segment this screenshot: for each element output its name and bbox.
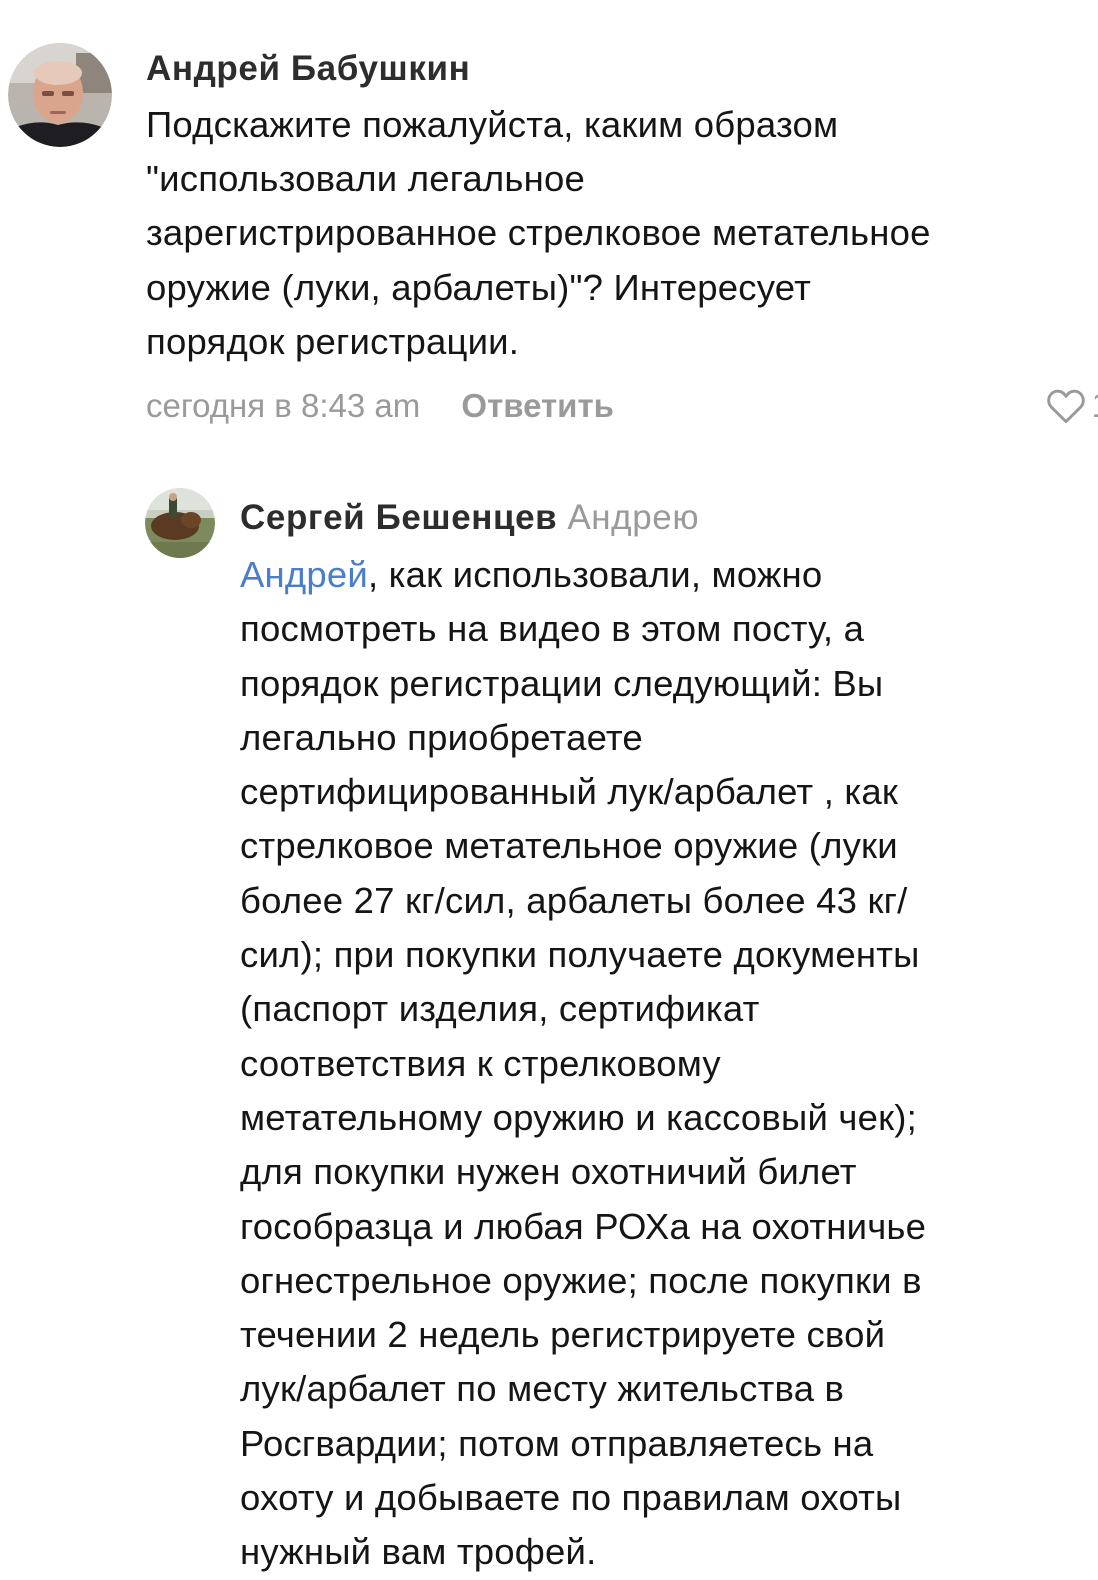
comment-meta: сегодня в 8:43 am Ответить 1 [146, 381, 1098, 431]
comment-text-line: метательному оружию и кассовый чек); [240, 1096, 917, 1138]
comment-text-line: (паспорт изделия, сертификат [240, 988, 760, 1030]
comment-text-line: посмотреть на видео в этом посту, а [240, 608, 865, 650]
comment-text-line: легально приобретаете [240, 716, 643, 758]
like-count: 1 [1092, 381, 1098, 431]
comment-text-line: для покупки нужен охотничий билет [240, 1151, 857, 1193]
comment-text-line: "использовали легальное [146, 158, 585, 200]
comment-text-line: гособразца и любая РОХа на охотничье [240, 1205, 927, 1247]
comment-text-line: зарегистрированное стрелковое метательно… [146, 212, 931, 254]
comment-text-line: сертифицированный лук/арбалет , как [240, 771, 899, 813]
comment-timestamp[interactable]: сегодня в 8:43 am [146, 387, 420, 424]
comment-text: Андрей, как использовали, можно посмотре… [240, 548, 1090, 1580]
comment-text-line: порядок регистрации. [146, 320, 520, 362]
avatar[interactable] [8, 43, 112, 147]
comment-text-line: сил); при покупки получаете документы [240, 934, 920, 976]
comment-text-line: течении 2 недель регистрируете свой [240, 1314, 886, 1356]
comment-text-line: лук/арбалет по месту жительства в [240, 1368, 845, 1410]
comment-text-line: оружие (луки, арбалеты)"? Интересует [146, 266, 811, 308]
comment-text-line: Подскажите пожалуйста, каким образом [146, 104, 839, 145]
comment-text-fragment: , как использовали, можно [368, 554, 823, 595]
comment-text: Подскажите пожалуйста, каким образом "ис… [146, 98, 1091, 369]
comment-text-line: соответствия к стрелковому [240, 1042, 721, 1084]
like-button[interactable]: 1 [1044, 381, 1098, 431]
comment-text-line: Андрей, как использовали, можно [240, 548, 1090, 602]
comment-text-line: более 27 кг/сил, арбалеты более 43 кг/ [240, 879, 908, 921]
comment-author-name[interactable]: Сергей Бешенцев [240, 498, 557, 537]
comment-text-line: охоту и добываете по правилам охоты [240, 1477, 902, 1519]
comment-text-line: Росгвардии; потом отправляетесь на [240, 1422, 874, 1464]
mention-link[interactable]: Андрей [240, 554, 368, 595]
comment-text-line: стрелковое метательное оружие (луки [240, 825, 898, 867]
comment-text-line: огнестрельное оружие; после покупки в [240, 1259, 922, 1301]
user-photo-avatar-icon [8, 43, 112, 147]
reply-addressee[interactable]: Андрею [567, 498, 699, 537]
heart-icon [1046, 389, 1085, 424]
comment-text-line: нужный вам трофей. [240, 1531, 597, 1573]
reply-button[interactable]: Ответить [461, 387, 614, 424]
hunter-photo-avatar-icon [145, 488, 215, 558]
avatar[interactable] [145, 488, 215, 558]
comment-author[interactable]: Андрей Бабушкин [146, 40, 1091, 98]
comment-text-line: порядок регистрации следующий: Вы [240, 662, 884, 704]
comment-author: Сергей Бешенцев Андрею [240, 488, 1090, 548]
